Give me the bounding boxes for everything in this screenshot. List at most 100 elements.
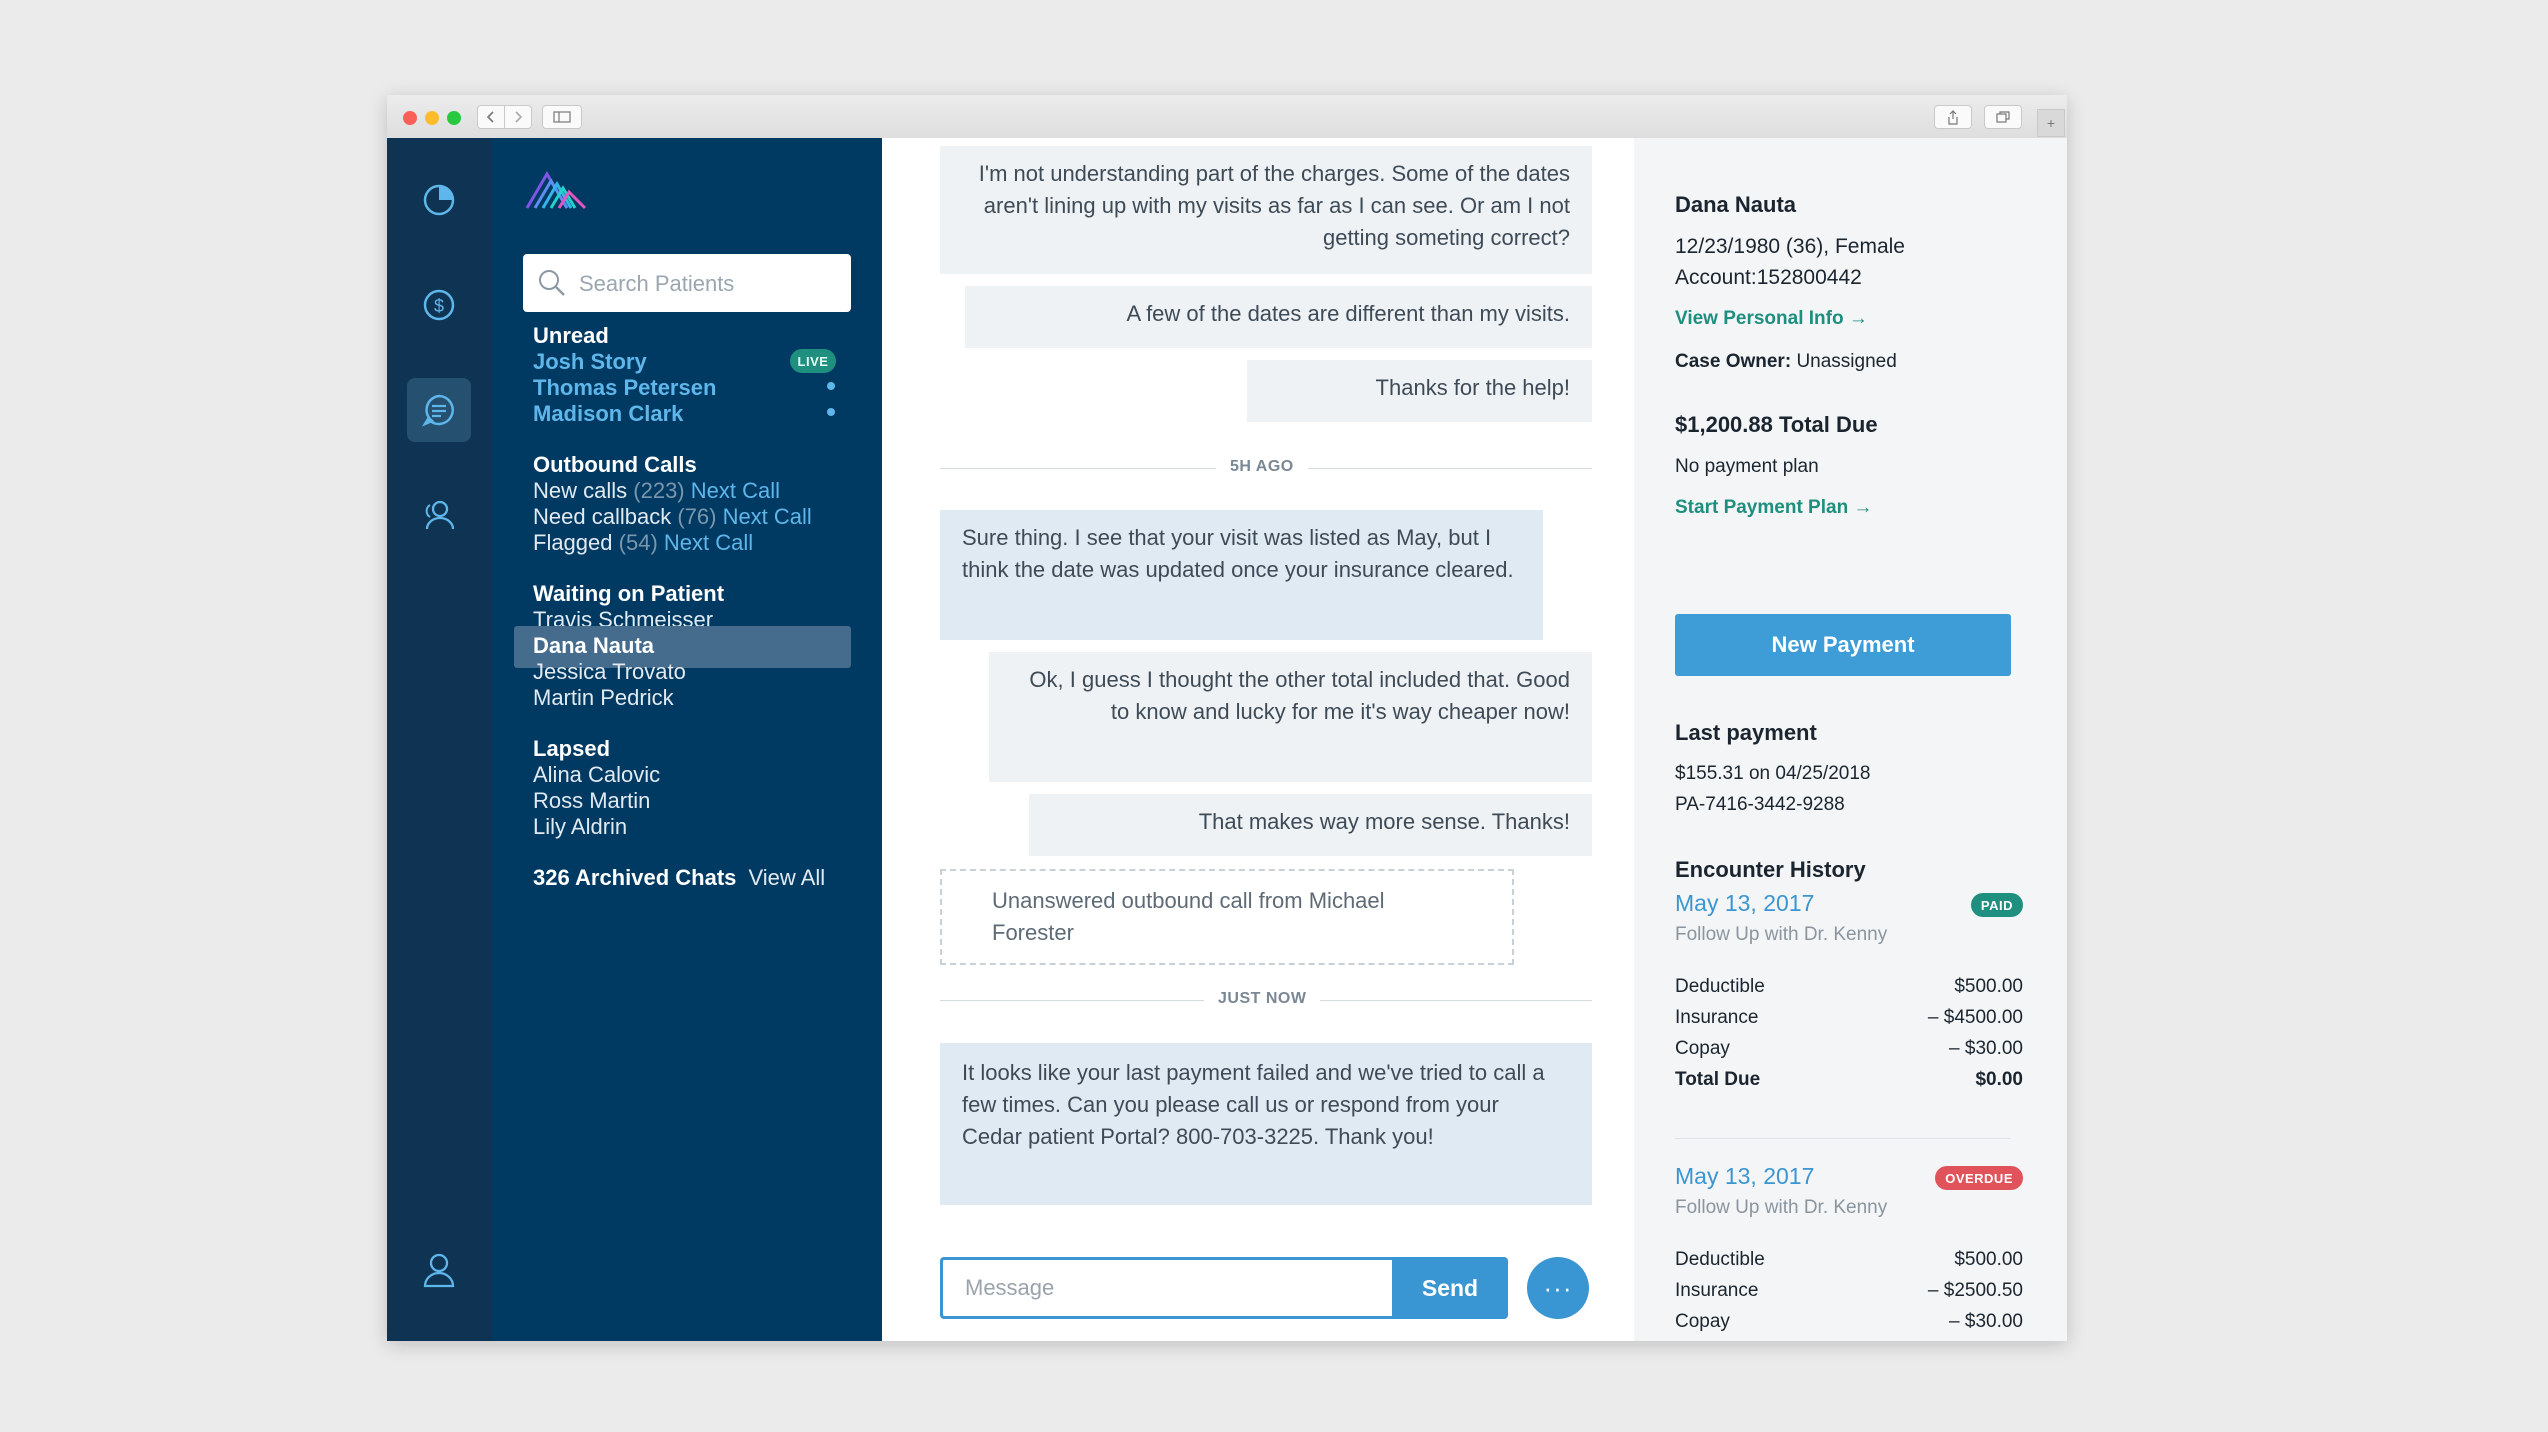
ellipsis-icon: ··· — [1543, 1272, 1573, 1303]
message-bubble-patient: I'm not understanding part of the charge… — [940, 146, 1592, 274]
insurance-value: – $4500.00 — [1927, 1007, 2023, 1028]
list-item-josh-story[interactable]: Josh Story — [533, 349, 647, 375]
list-item-lily-aldrin[interactable]: Lily Aldrin — [533, 814, 627, 840]
copay-label: Copay — [1675, 1038, 1730, 1059]
message-line: A few of the dates are different than my… — [1126, 301, 1571, 326]
encounter-date[interactable]: May 13, 2017 — [1675, 1163, 1814, 1190]
deductible-value: $500.00 — [1954, 1249, 2023, 1270]
new-tab-plus-icon[interactable]: + — [2037, 109, 2065, 137]
list-item-alina-calovic[interactable]: Alina Calovic — [533, 762, 660, 788]
deductible-label: Deductible — [1675, 976, 1765, 997]
insurance-label: Insurance — [1675, 1007, 1759, 1028]
total-due-value: $0.00 — [1975, 1069, 2023, 1090]
message-input[interactable] — [943, 1260, 1392, 1316]
list-item-need-callback[interactable]: Need callback (76) Next Call — [533, 504, 812, 530]
copay-label: Copay — [1675, 1311, 1730, 1332]
list-item-flagged[interactable]: Flagged (54) Next Call — [533, 530, 753, 556]
sidebar-toggle-icon[interactable] — [542, 105, 582, 129]
flagged-count: (54) — [618, 530, 658, 555]
list-item-new-calls[interactable]: New calls (223) Next Call — [533, 478, 780, 504]
pie-chart-icon[interactable] — [407, 168, 471, 232]
forward-arrow-icon[interactable] — [504, 105, 532, 129]
minimize-window-button[interactable] — [425, 111, 439, 125]
search-box — [523, 254, 851, 314]
message-line: I'm not understanding part of the charge… — [978, 161, 1570, 186]
message-line: Thanks for the help! — [1375, 375, 1570, 400]
list-item-thomas-petersen[interactable]: Thomas Petersen — [533, 375, 716, 401]
list-item-martin-pedrick[interactable]: Martin Pedrick — [533, 685, 674, 711]
more-options-button[interactable]: ··· — [1527, 1257, 1589, 1319]
svg-text:$: $ — [434, 296, 444, 316]
paid-badge: PAID — [1970, 893, 2023, 917]
new-payment-button[interactable]: New Payment — [1675, 614, 2011, 676]
zoom-window-button[interactable] — [447, 111, 461, 125]
message-bubble-patient: Thanks for the help! — [1247, 360, 1592, 422]
message-field — [940, 1257, 1392, 1319]
list-item-dana-nauta[interactable]: Dana Nauta — [533, 633, 654, 659]
title-bar: + — [387, 95, 2067, 139]
new-tab-plus-label: + — [2046, 115, 2056, 131]
last-payment-reference: PA-7416-3442-9288 — [1675, 794, 1845, 815]
list-item-ross-martin[interactable]: Ross Martin — [533, 788, 650, 814]
dollar-icon[interactable]: $ — [407, 273, 471, 337]
copay-value: – $30.00 — [1949, 1038, 2023, 1059]
total-due-label: Total Due — [1675, 1069, 1761, 1090]
message-line: Ok, I guess I thought the other total in… — [1029, 667, 1570, 692]
encounter-description: Follow Up with Dr. Kenny — [1675, 924, 1888, 945]
flagged-label: Flagged — [533, 530, 613, 555]
icon-rail: $ — [387, 138, 492, 1341]
search-patients-input[interactable] — [577, 254, 841, 314]
patient-details-panel: Dana Nauta 12/23/1980 (36), Female Accou… — [1634, 138, 2067, 1341]
unanswered-call-notice: Unanswered outbound call from Michael Fo… — [940, 869, 1514, 965]
lapsed-heading: Lapsed — [533, 736, 611, 761]
archived-chats-label: 326 Archived Chats — [533, 865, 737, 890]
need-callback-count: (76) — [677, 504, 717, 529]
message-line: think the date was updated once your ins… — [962, 557, 1514, 582]
user-profile-icon[interactable] — [407, 1238, 471, 1302]
encounter-separator — [1675, 1138, 2011, 1139]
archived-chats-row: 326 Archived Chats View All — [533, 865, 825, 891]
message-line: Sure thing. I see that your visit was li… — [962, 525, 1492, 550]
need-callback-next-call-link[interactable]: Next Call — [723, 504, 812, 529]
outbound-calls-heading: Outbound Calls — [533, 452, 697, 477]
message-bubble-patient: A few of the dates are different than my… — [965, 286, 1592, 348]
unread-dot — [827, 382, 835, 390]
start-payment-plan-link[interactable]: Start Payment Plan → — [1675, 497, 1872, 519]
message-line: Cedar patient Portal? 800-703-3225. Than… — [962, 1124, 1434, 1149]
back-arrow-icon[interactable] — [477, 105, 505, 129]
last-payment-amount: $155.31 on 04/25/2018 — [1675, 763, 1871, 784]
view-all-archived-link[interactable]: View All — [749, 865, 826, 890]
encounter-description: Follow Up with Dr. Kenny — [1675, 1197, 1888, 1218]
share-icon[interactable] — [1934, 105, 1972, 129]
total-due: $1,200.88 Total Due — [1675, 412, 1878, 437]
deductible-label: Deductible — [1675, 1249, 1765, 1270]
new-calls-next-call-link[interactable]: Next Call — [691, 478, 780, 503]
send-button[interactable]: Send — [1392, 1257, 1508, 1319]
message-bubble-agent: It looks like your last payment failed a… — [940, 1043, 1592, 1205]
insurance-label: Insurance — [1675, 1280, 1759, 1301]
encounter-history-heading: Encounter History — [1675, 857, 1866, 882]
live-badge: LIVE — [790, 349, 836, 373]
message-line: Forester — [992, 920, 1074, 945]
unread-heading: Unread — [533, 323, 609, 348]
list-item-jessica-trovato[interactable]: Jessica Trovato — [533, 659, 686, 685]
patient-sidebar: Unread Josh Story LIVE Thomas Petersen M… — [492, 138, 882, 1341]
close-window-button[interactable] — [403, 111, 417, 125]
new-calls-count: (223) — [633, 478, 685, 503]
list-item-madison-clark[interactable]: Madison Clark — [533, 401, 683, 427]
need-callback-label: Need callback — [533, 504, 672, 529]
message-line: It looks like your last payment failed a… — [962, 1060, 1545, 1085]
chat-bubble-icon[interactable] — [407, 378, 471, 442]
patient-account: Account:152800442 — [1675, 266, 1862, 289]
message-bubble-patient: That makes way more sense. Thanks! — [1029, 794, 1592, 856]
case-owner-row: Case Owner: Unassigned — [1675, 351, 1897, 373]
contacts-icon[interactable] — [407, 483, 471, 547]
tabs-icon[interactable] — [1984, 105, 2022, 129]
case-owner-value: Unassigned — [1796, 351, 1897, 372]
patient-name: Dana Nauta — [1675, 192, 1797, 217]
encounter-date[interactable]: May 13, 2017 — [1675, 890, 1814, 917]
view-personal-info-link[interactable]: View Personal Info → — [1675, 308, 1868, 330]
chat-thread: I'm not understanding part of the charge… — [882, 138, 1634, 1341]
copay-value: – $30.00 — [1949, 1311, 2023, 1332]
flagged-next-call-link[interactable]: Next Call — [664, 530, 753, 555]
